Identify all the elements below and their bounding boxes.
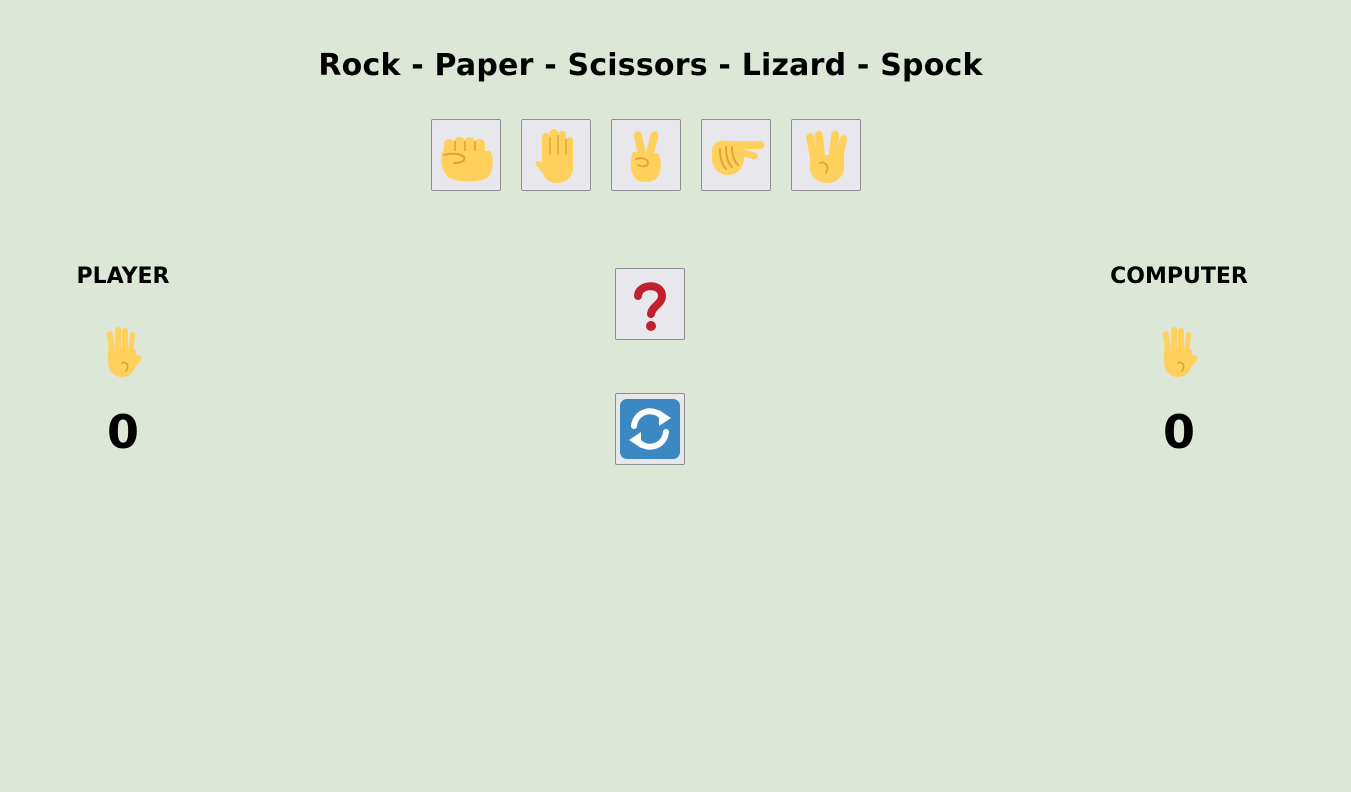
lizard-button[interactable] xyxy=(701,119,771,191)
computer-label: COMPUTER xyxy=(1110,264,1248,289)
scissors-button[interactable] xyxy=(611,119,681,191)
result-indicator xyxy=(615,268,685,340)
player-choice xyxy=(93,322,153,382)
choice-bar xyxy=(431,119,861,191)
hand-splayed-icon xyxy=(1162,327,1198,377)
player-panel: PLAYER 0 xyxy=(43,264,203,460)
raised-hand-icon xyxy=(535,129,573,183)
player-label: PLAYER xyxy=(76,264,170,289)
game-page: Rock - Paper - Scissors - Lizard - Spock xyxy=(0,0,1351,792)
player-score: 0 xyxy=(106,405,139,459)
computer-choice xyxy=(1149,322,1209,382)
hand-splayed-icon xyxy=(106,327,142,377)
raised-fist-icon xyxy=(441,137,493,182)
question-mark-icon xyxy=(634,282,667,331)
paper-button[interactable] xyxy=(521,119,591,191)
computer-panel: COMPUTER 0 xyxy=(1099,264,1259,460)
rock-button[interactable] xyxy=(431,119,501,191)
refresh-icon xyxy=(620,399,680,459)
spock-button[interactable] xyxy=(791,119,861,191)
page-title: Rock - Paper - Scissors - Lizard - Spock xyxy=(318,48,983,83)
vulcan-salute-icon xyxy=(806,131,847,183)
victory-hand-icon xyxy=(630,131,661,182)
reset-button[interactable] xyxy=(615,393,685,465)
pinched-hand-icon xyxy=(712,140,765,175)
computer-score: 0 xyxy=(1162,405,1195,459)
